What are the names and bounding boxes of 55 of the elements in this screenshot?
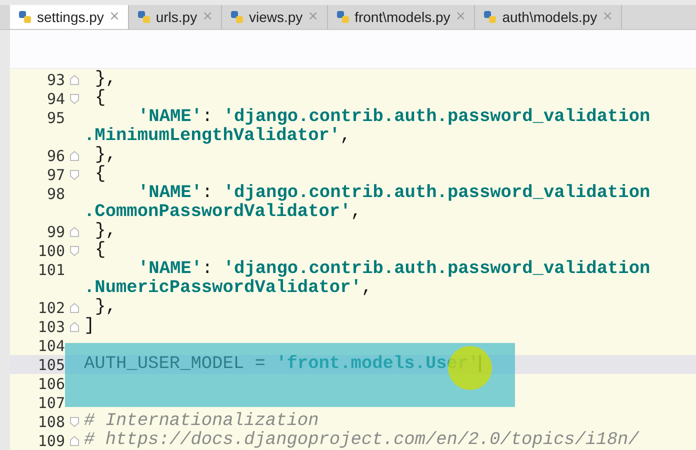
code-line: { (95, 165, 106, 184)
fold-marker-icon[interactable] (70, 322, 79, 332)
fold-marker-icon[interactable] (70, 150, 79, 160)
python-file-icon (336, 10, 350, 24)
fold-marker-icon[interactable] (70, 94, 79, 104)
code-line: }, (95, 70, 116, 89)
line-number: 93 (46, 70, 65, 88)
line-number: 103 (36, 318, 65, 336)
code-line: }, (95, 298, 116, 317)
file-tab[interactable]: settings.py × (10, 5, 129, 29)
line-number: 100 (36, 242, 65, 260)
fold-marker-icon[interactable] (70, 246, 79, 256)
line-number: 108 (36, 412, 65, 430)
tab-label: front\models.py (354, 8, 450, 25)
code-line: .NumericPasswordValidator', (84, 279, 372, 298)
code-line: { (95, 241, 106, 260)
line-number: 97 (46, 166, 65, 184)
code-line: }, (95, 146, 116, 165)
python-file-icon (483, 10, 498, 24)
python-file-icon (136, 10, 151, 24)
tab-label: urls.py (156, 8, 198, 25)
code-line: # Internationalization (84, 412, 319, 431)
line-number: 94 (46, 90, 65, 108)
line-number: 95 (46, 108, 65, 126)
line-number: 99 (46, 222, 65, 240)
tab-label: views.py (248, 8, 303, 25)
line-number: 106 (36, 374, 65, 392)
code-line: }, (95, 222, 116, 241)
code-line: # https://docs.djangoproject.com/en/2.0/topics/i18n/ (84, 431, 639, 450)
code-line: { (95, 89, 106, 108)
line-number: 109 (36, 432, 65, 450)
fold-marker-icon[interactable] (70, 74, 79, 84)
line-number: 101 (36, 260, 65, 278)
line-number: 105 (36, 356, 65, 374)
fold-marker-icon[interactable] (70, 170, 79, 180)
python-file-icon (230, 10, 244, 24)
code-line: 'NAME': 'django.contrib.auth.password_validation (138, 260, 650, 279)
fold-marker-icon[interactable] (70, 226, 79, 236)
line-number: 107 (36, 394, 65, 412)
line-number: 102 (36, 298, 65, 316)
line-number: 96 (46, 146, 65, 164)
fold-marker-icon[interactable] (70, 302, 79, 312)
line-number: 104 (36, 336, 65, 354)
code-line: ] (84, 317, 95, 336)
code-line: 'NAME': 'django.contrib.auth.password_validation (138, 184, 650, 203)
tab-label: settings.py (37, 8, 104, 25)
fold-marker-icon[interactable] (70, 436, 79, 446)
code-line: .MinimumLengthValidator', (84, 127, 351, 146)
file-tab[interactable]: front\models.py × (328, 5, 476, 29)
tab-label: auth\models.py (502, 8, 598, 25)
code-line: .CommonPasswordValidator', (84, 203, 362, 222)
line-number: 98 (46, 184, 65, 202)
python-file-icon (18, 10, 32, 24)
code-line: 'NAME': 'django.contrib.auth.password_validation (138, 108, 650, 127)
fold-marker-icon[interactable] (70, 416, 79, 426)
